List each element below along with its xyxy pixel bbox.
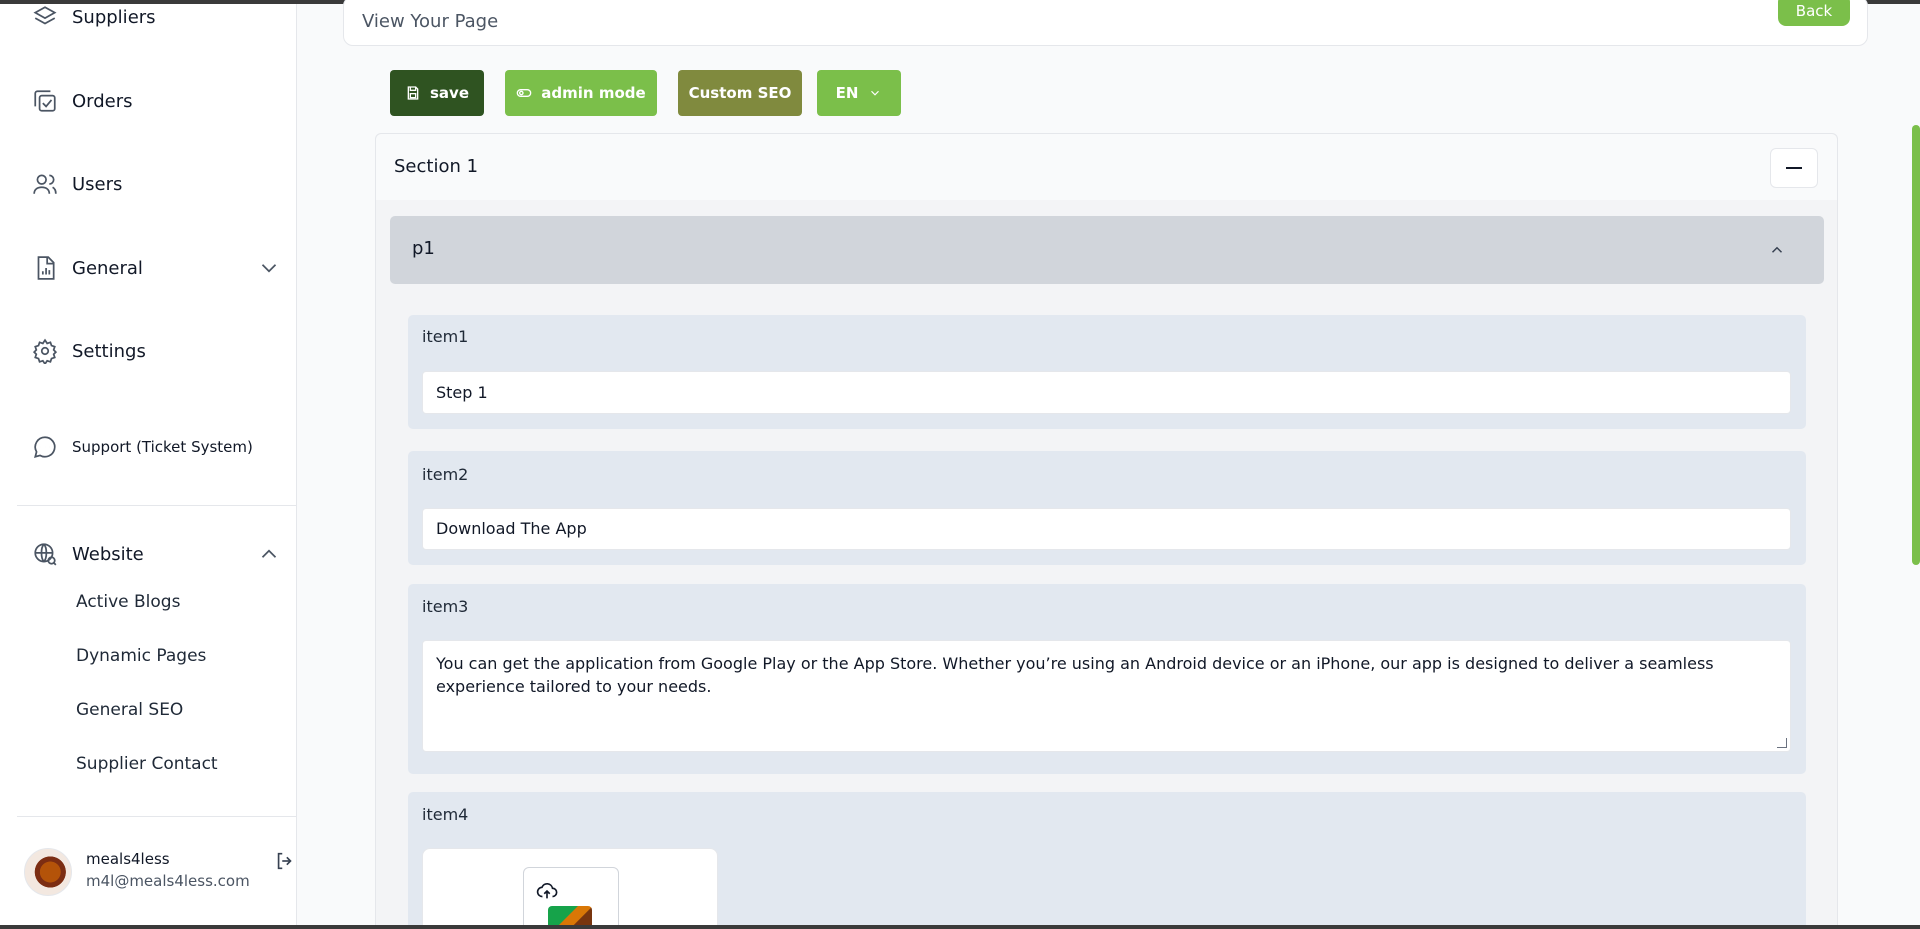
sidebar-item-users[interactable]: Users: [32, 171, 122, 197]
item-card-item3: item3 You can get the application from G…: [408, 584, 1806, 774]
item-label: item3: [422, 597, 469, 616]
sidebar-subitem-active-blogs[interactable]: Active Blogs: [76, 592, 180, 612]
globe-search-icon: [34, 543, 57, 566]
section-title: Section 1: [394, 156, 479, 177]
scrollbar-thumb[interactable]: [1912, 125, 1920, 565]
item2-input[interactable]: Download The App: [422, 508, 1791, 550]
cloud-upload-icon: [536, 882, 558, 899]
item-card-item4: item4: [408, 792, 1806, 929]
item-label: item2: [422, 465, 469, 484]
user-email: m4l@meals4less.com: [86, 872, 250, 890]
window-bottom-border: [0, 925, 1920, 929]
sidebar-item-label: General: [72, 257, 143, 279]
page-header: View Your Page: [343, 0, 1868, 46]
chevron-down-icon: [261, 264, 277, 273]
sidebar-item-label: Settings: [72, 340, 146, 362]
chat-icon: [34, 436, 56, 458]
sidebar-divider: [17, 505, 297, 506]
sidebar-subitem-general-seo[interactable]: General SEO: [76, 700, 183, 720]
resize-handle[interactable]: [1777, 738, 1787, 748]
save-icon: [407, 86, 419, 100]
sidebar-item-website[interactable]: Website: [32, 541, 282, 567]
item3-text: You can get the application from Google …: [436, 654, 1714, 696]
collapse-section-button[interactable]: [1770, 148, 1818, 188]
sidebar-divider: [17, 816, 297, 817]
admin-mode-button[interactable]: admin mode: [505, 70, 657, 116]
chevron-up-icon: [261, 549, 277, 558]
page-title: View Your Page: [362, 11, 499, 32]
sidebar-item-orders[interactable]: Orders: [32, 88, 133, 114]
language-label: EN: [835, 84, 859, 102]
sidebar-item-label: Users: [72, 173, 123, 195]
panel-header-p1[interactable]: p1: [390, 216, 1824, 284]
image-preview[interactable]: [523, 867, 619, 929]
user-profile: meals4less m4l@meals4less.com: [24, 848, 294, 908]
custom-seo-label: Custom SEO: [688, 84, 792, 102]
logout-icon[interactable]: [274, 850, 296, 872]
sidebar-item-settings[interactable]: Settings: [32, 338, 146, 364]
gear-icon: [32, 338, 58, 364]
save-label: save: [429, 84, 469, 102]
orders-icon: [34, 90, 56, 112]
image-upload-area[interactable]: [422, 848, 718, 929]
save-button[interactable]: save: [390, 70, 484, 116]
chevron-up-icon: [1771, 246, 1783, 253]
item3-textarea[interactable]: You can get the application from Google …: [422, 640, 1791, 752]
sidebar-item-label: Website: [72, 543, 144, 565]
item-label: item4: [422, 805, 469, 824]
sidebar-item-support[interactable]: Support (Ticket System): [32, 434, 253, 460]
toggle-icon: [516, 89, 532, 97]
layers-icon: [33, 6, 57, 25]
admin-mode-label: admin mode: [541, 84, 646, 102]
user-name: meals4less: [86, 850, 170, 868]
section-card: Section 1 p1 item1 Step 1 item2 Download…: [375, 133, 1838, 929]
panel-title: p1: [412, 238, 435, 259]
custom-seo-button[interactable]: Custom SEO: [678, 70, 802, 116]
sidebar-item-label: Support (Ticket System): [72, 438, 253, 456]
sidebar-item-suppliers[interactable]: Suppliers: [32, 4, 156, 30]
sidebar: Suppliers Orders Users General Settings …: [0, 4, 297, 925]
back-button[interactable]: Back: [1778, 0, 1850, 26]
minus-icon: [1786, 167, 1802, 169]
sidebar-subitem-dynamic-pages[interactable]: Dynamic Pages: [76, 646, 206, 666]
sidebar-item-label: Suppliers: [72, 6, 156, 28]
item-card-item2: item2 Download The App: [408, 451, 1806, 565]
users-icon: [33, 174, 57, 194]
chevron-down-icon: [871, 90, 880, 96]
sidebar-subitem-supplier-contact[interactable]: Supplier Contact: [76, 754, 218, 774]
sidebar-item-general[interactable]: General: [32, 255, 282, 281]
report-icon: [37, 256, 55, 280]
avatar[interactable]: [24, 848, 72, 896]
item-label: item1: [422, 327, 469, 346]
language-select[interactable]: EN: [817, 70, 901, 116]
item-card-item1: item1 Step 1: [408, 315, 1806, 429]
item1-input[interactable]: Step 1: [422, 371, 1791, 414]
section-header: Section 1: [376, 134, 1837, 200]
sidebar-item-label: Orders: [72, 90, 133, 112]
